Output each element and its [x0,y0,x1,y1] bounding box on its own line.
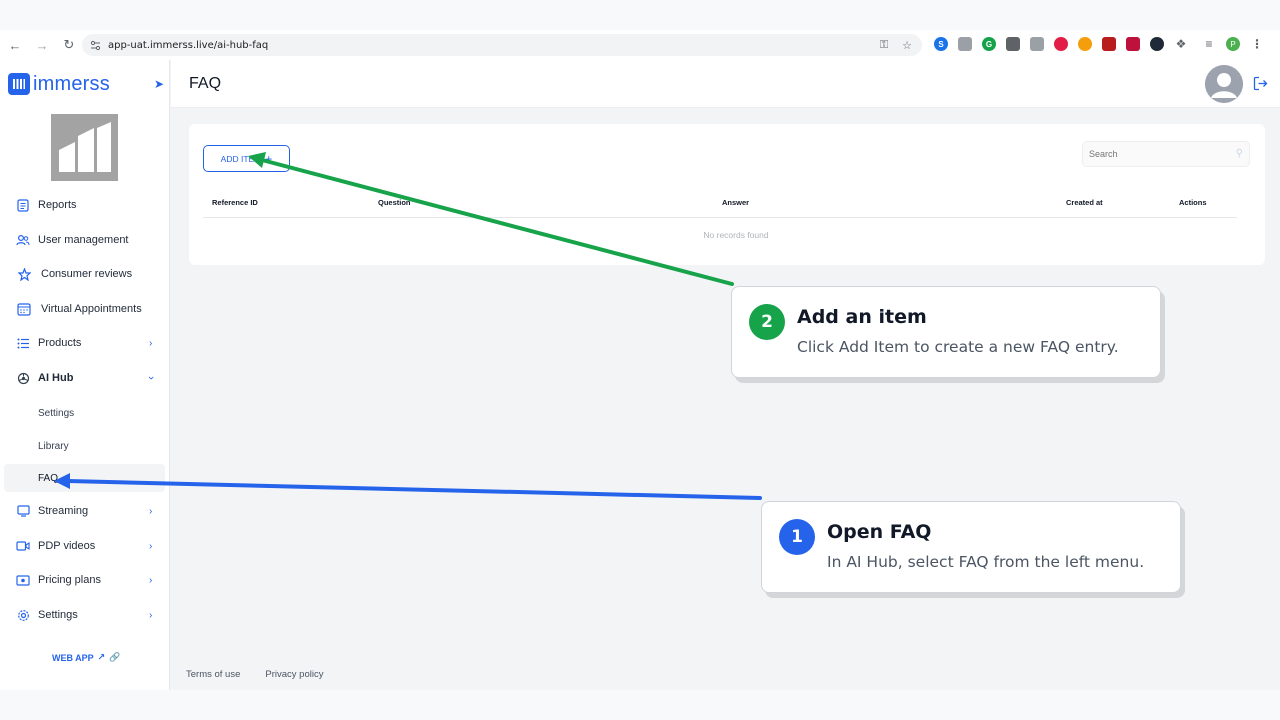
app-root: immerss ➤ Reports User management Consum… [0,60,1280,690]
extension-doc-icon[interactable] [1006,37,1020,51]
footer: Terms of use Privacy policy [186,669,323,680]
sidebar-item-virtual-appointments[interactable]: Virtual Appointments [0,294,170,324]
search-icon: ⚲ [1235,148,1243,159]
column-answer: Answer [722,198,750,207]
users-icon [16,233,30,247]
extension-s-icon[interactable]: S [934,37,948,51]
sidebar-item-ai-hub[interactable]: AI Hub › [0,363,170,393]
profile-avatar-icon[interactable]: P [1226,37,1240,51]
window-bottom-edge [0,690,1280,720]
sidebar-subitem-settings[interactable]: Settings [0,399,170,427]
sidebar-subitem-faq[interactable]: FAQ [4,464,165,492]
logout-icon[interactable] [1253,76,1268,94]
brand-name: immerss [33,72,110,95]
faq-card: ADD ITEM + ⚲ Reference ID Question Answe… [189,124,1265,265]
page-title: FAQ [189,75,222,92]
extensions-row: S G ❖ ≡ P ⋮ [934,37,1264,51]
reading-list-icon[interactable]: ≡ [1202,37,1216,51]
video-icon [16,539,30,553]
sidebar-subitem-library[interactable]: Library [0,432,170,460]
money-icon [16,573,30,587]
extension-color-icon[interactable] [1078,37,1092,51]
back-icon[interactable]: ← [3,33,27,57]
terms-link[interactable]: Terms of use [186,669,240,680]
sidebar-item-products[interactable]: Products › [0,328,170,358]
plus-icon: + [265,151,273,166]
sidebar-item-consumer-reviews[interactable]: Consumer reviews [0,259,170,289]
gear-icon [16,608,30,622]
sidebar-item-user-management[interactable]: User management [0,225,170,255]
company-logo-image [51,114,118,181]
extensions-puzzle-icon[interactable]: ❖ [1174,37,1188,51]
monitor-icon [16,504,30,518]
add-item-button[interactable]: ADD ITEM + [203,145,290,172]
extension-qr-icon[interactable] [958,37,972,51]
chevron-right-icon: › [149,609,153,621]
sidebar-item-settings[interactable]: Settings › [0,600,170,630]
brand-logo[interactable]: immerss [8,72,110,96]
extension-shield-icon[interactable] [1102,37,1116,51]
web-app-link[interactable]: WEB APP ↗ 🔗 [52,652,120,663]
star-icon [17,267,31,281]
calendar-icon [17,302,31,316]
column-actions: Actions [1179,198,1207,207]
chevron-right-icon: › [149,337,153,349]
external-link-icon: ↗ [97,652,106,662]
sidebar-item-reports[interactable]: Reports [0,190,170,220]
browser-menu-icon[interactable]: ⋮ [1250,37,1264,51]
ai-hub-icon [16,371,30,385]
extension-camera-icon[interactable] [1030,37,1044,51]
column-created-at[interactable]: Created at [1066,198,1103,207]
pin-icon[interactable]: ➤ [154,77,164,91]
chevron-right-icon: › [149,574,153,586]
chevron-right-icon: › [149,540,153,552]
list-icon [16,336,30,350]
extension-record-icon[interactable] [1054,37,1068,51]
site-info-icon[interactable] [88,38,102,52]
forward-icon[interactable]: → [30,33,54,57]
sidebar-item-pdp-videos[interactable]: PDP videos › [0,531,170,561]
sidebar-item-streaming[interactable]: Streaming › [0,496,170,526]
url-text: app-uat.immerss.live/ai-hub-faq [108,39,269,51]
search-input[interactable] [1083,142,1223,166]
bookmark-star-icon[interactable]: ☆ [900,37,914,53]
column-reference-id: Reference ID [212,198,258,207]
chevron-right-icon: › [149,505,153,517]
reload-icon[interactable]: ↻ [57,33,81,57]
extension-palette-icon[interactable] [1150,37,1164,51]
empty-state-text: No records found [703,230,769,240]
extension-ublock-icon[interactable] [1126,37,1140,51]
sidebar-item-pricing-plans[interactable]: Pricing plans › [0,565,170,595]
reports-icon [16,198,30,212]
column-question: Question [378,198,411,207]
search-box: ⚲ [1082,141,1250,167]
sidebar: immerss ➤ Reports User management Consum… [0,60,170,690]
page-header: FAQ [171,60,1280,108]
browser-toolbar: ← → ↻ app-uat.immerss.live/ai-hub-faq ⚿ … [0,30,1280,60]
link-icon: 🔗 [109,652,121,662]
user-avatar[interactable] [1205,65,1243,103]
browser-tab-strip [0,0,1280,30]
chevron-down-icon: › [144,376,157,380]
extension-grammarly-icon[interactable]: G [982,37,996,51]
brand-logo-icon [8,73,30,95]
address-bar[interactable]: app-uat.immerss.live/ai-hub-faq ⚿ ☆ [82,34,922,56]
password-key-icon[interactable]: ⚿ [877,37,891,53]
privacy-link[interactable]: Privacy policy [265,669,323,680]
table-header: Reference ID Question Answer Created at … [203,192,1237,218]
